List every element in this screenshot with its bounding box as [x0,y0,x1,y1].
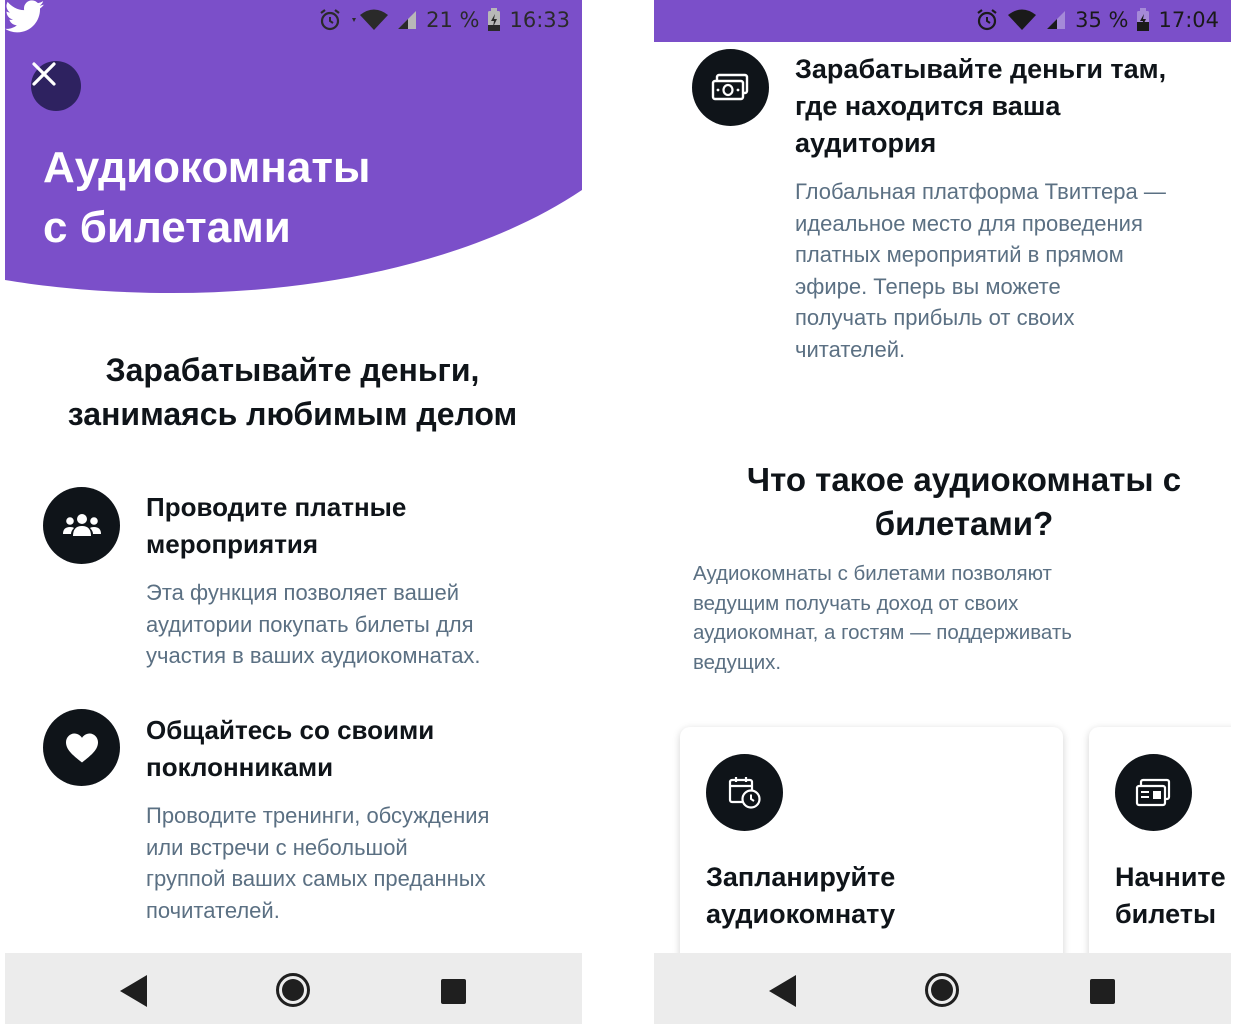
screen-left: Аудиокомнаты с билетами 21 % 16:33 Зараб… [5,0,582,1024]
feature-description-line: Эта функция позволяет вашей [146,580,460,605]
status-time: 16:33 [509,8,570,32]
ticket-icon [1135,778,1170,806]
heart-icon [65,732,98,763]
section-title-line: занимаясь любимым делом [67,396,518,432]
feature-title-line: Общайтесь со своими [146,715,435,745]
intro-text-line: ведущих. [693,650,782,674]
feature-title-line: Зарабатывайте деньги там, [795,54,1167,84]
feature-description-line: платных мероприятий в прямом [795,242,1124,267]
status-time: 17:04 [1158,8,1219,32]
battery-charging-icon [1137,8,1150,31]
wifi-icon [352,9,389,30]
card-title: Начните билеты [1115,859,1231,933]
page-title-line: с билетами [43,203,291,252]
feature-description-line: аудитории покупать билеты для [146,611,474,637]
feature-title-line: Проводите платные [146,492,407,522]
feature-icon [43,709,120,786]
alarm-icon [977,9,997,31]
feature-description-line: почитателей. [146,897,280,923]
feature-title-line: где находится ваша [795,91,1061,121]
card-title-line: Начните [1115,862,1226,892]
feature-description-line: группой ваших самых преданных [146,866,486,891]
feature-description-line: Проводите тренинги, обсуждения [146,803,490,828]
signal-icon [1047,11,1066,29]
feature-icon [692,49,769,126]
status-bar: 21 % 16:33 [5,0,582,42]
intro-text-line: аудиокомнат, а гостям — поддерживать [693,621,1072,644]
money-icon [711,73,748,100]
feature-description-line: идеальное место для проведения [795,210,1143,236]
page-title-line: Аудиокомнаты [43,143,371,192]
recent-apps-icon[interactable] [1090,979,1115,1004]
section-title-line: Что такое аудиокомнаты с [746,461,1182,498]
feature-description-line: получать прибыль от своих [795,305,1075,330]
card-title: Запланируйте аудиокомнату [706,859,1006,933]
wifi-icon [1008,9,1037,30]
feature-description: Проводите тренинги, обсуждения или встре… [146,800,489,926]
battery-charging-icon [488,8,501,31]
section-title: Что такое аудиокомнаты с билетами? [694,458,1231,546]
section-title-line: билетами? [874,505,1054,542]
battery-percentage: 35 % [1075,8,1129,32]
feature-description-line: участия в ваших аудиокомнатах. [146,643,481,668]
home-icon[interactable] [925,973,959,1007]
card-title-line: аудиокомнату [706,899,896,929]
battery-percentage: 21 % [426,8,480,32]
card-title-line: билеты [1115,899,1217,929]
card-icon [1115,754,1192,831]
section-title-line: Зарабатывайте деньги, [105,352,480,388]
feature-title-line: поклонниками [146,752,334,782]
feature-title: Зарабатывайте деньги там, где находится … [795,51,1166,162]
close-button[interactable] [31,61,81,111]
header-banner: Аудиокомнаты с билетами [5,0,582,300]
intro-text-line: Аудиокомнаты с билетами позволяют [693,562,1052,585]
section-title: Зарабатывайте деньги, занимаясь любимым … [25,348,560,436]
people-icon [62,513,101,536]
close-icon [32,62,56,86]
feature-title: Общайтесь со своими поклонниками [146,712,434,786]
feature-title-line: аудитория [795,128,937,158]
screen-right: 35 % 17:04 Зарабатывайте деньги там, где… [654,0,1231,1024]
status-bar: 35 % 17:04 [654,0,1231,42]
alarm-icon [320,9,340,31]
intro-text-line: ведущим получать доход от своих [693,591,1019,615]
navigation-bar [654,953,1231,1024]
feature-title: Проводите платные мероприятия [146,489,406,563]
calendar-clock-icon [728,776,761,809]
feature-description-line: читателей. [795,336,906,362]
feature-title-line: мероприятия [146,529,319,559]
signal-icon [398,11,417,29]
feature-description: Глобальная платформа Твиттера — идеально… [795,176,1166,365]
intro-text: Аудиокомнаты с билетами позволяют ведущи… [693,559,1153,677]
page-title: Аудиокомнаты с билетами [43,138,543,258]
navigation-bar [5,953,582,1024]
feature-description-line: эфире. Теперь вы можете [795,273,1061,299]
back-icon[interactable] [120,975,147,1007]
feature-icon [43,487,120,564]
card-icon [706,754,783,831]
feature-description-line: Глобальная платформа Твиттера — [795,179,1166,204]
feature-description: Эта функция позволяет вашей аудитории по… [146,577,481,672]
recent-apps-icon[interactable] [441,979,466,1004]
feature-description-line: или встречи с небольшой [146,834,408,860]
home-icon[interactable] [276,973,310,1007]
back-icon[interactable] [769,975,796,1007]
card-title-line: Запланируйте [706,862,896,892]
